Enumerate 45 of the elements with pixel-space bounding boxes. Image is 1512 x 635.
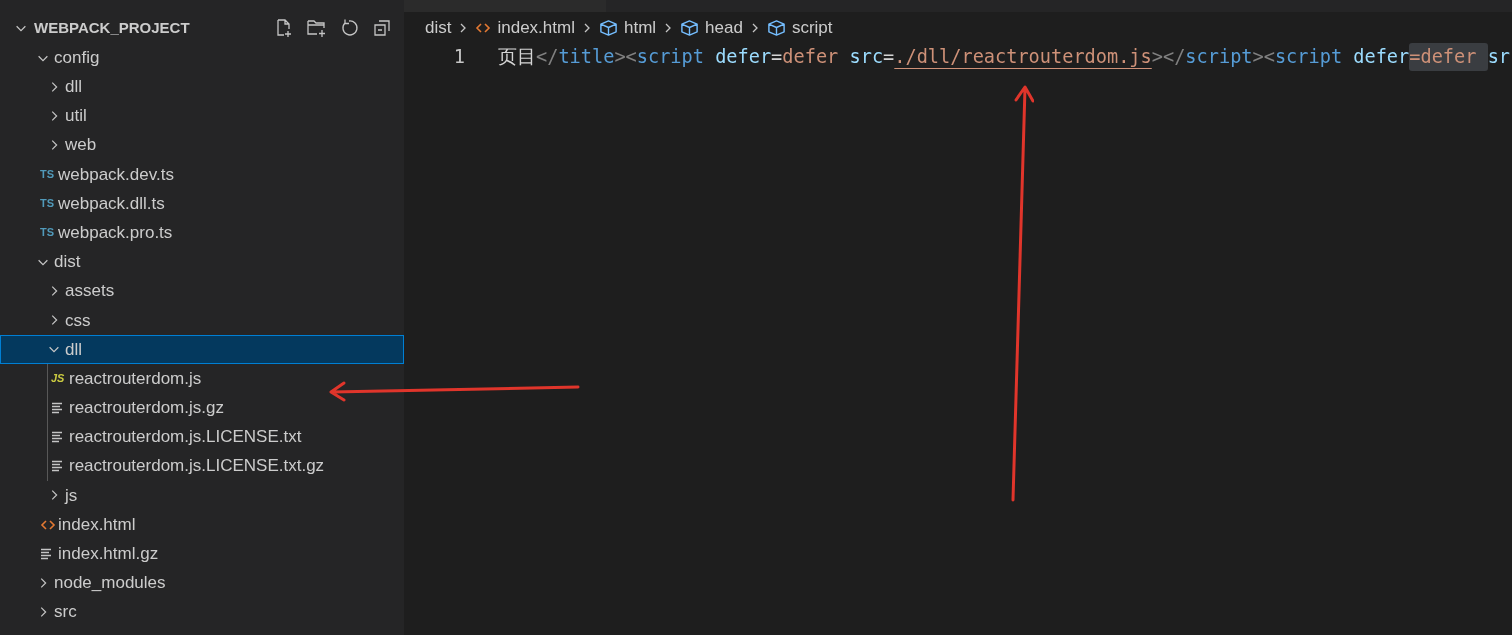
breadcrumb-item[interactable]: head [705,15,743,41]
tree-item[interactable]: dll [0,334,404,365]
tree-item[interactable]: index.html [0,510,404,540]
tree-item[interactable]: node_modules [0,568,404,598]
tree-item[interactable]: config [0,43,404,73]
text-lines-icon [51,460,65,473]
text-lines-icon [40,547,54,560]
tree-item[interactable]: css [0,305,404,335]
tree-item[interactable]: dist [0,247,404,277]
tree-item[interactable]: dll [0,72,404,102]
tree-item[interactable]: reactrouterdom.js.LICENSE.txt.gz [0,451,404,481]
cube-icon [680,19,700,37]
cube-icon [598,19,618,37]
tree-item[interactable]: TS webpack.dev.ts [0,159,404,189]
tree-item[interactable]: index.html.gz [0,539,404,569]
new-file-icon[interactable] [274,18,294,38]
tree-item[interactable]: TS webpack.pro.ts [0,218,404,248]
code-brackets-icon [475,21,492,35]
explorer-title: WEBPACK_PROJECT [34,17,190,38]
breadcrumb-item[interactable]: index.html [497,15,575,41]
code-brackets-icon [40,517,56,532]
tree-item[interactable]: web [0,130,404,160]
tree-item[interactable]: js [0,480,404,510]
breadcrumb-item[interactable]: dist [425,15,452,41]
line-number: 1 [452,45,466,70]
tree-item[interactable]: JS reactrouterdom.js [0,364,404,394]
text-lines-icon [51,431,65,444]
breadcrumb-item[interactable]: html [623,15,657,41]
refresh-icon[interactable] [340,18,360,38]
tree-item[interactable]: reactrouterdom.js.gz [0,393,404,423]
tree-item[interactable]: TS webpack.dll.ts [0,188,404,219]
tree-item[interactable]: assets [0,276,404,306]
text-lines-icon [51,401,65,414]
tree-item[interactable]: util [0,101,404,131]
js-file-icon: JS [51,370,69,387]
ts-file-icon: TS [40,195,58,212]
tree-item[interactable]: src [0,597,404,627]
tree-item[interactable]: reactrouterdom.js.LICENSE.txt [0,422,404,452]
cube-icon [766,19,786,37]
ts-file-icon: TS [40,166,58,183]
breadcrumb-item[interactable]: script [791,15,833,41]
code-line: 页目</title><script defer=defer src=./dll/reactrouterdom.js></script><script defer=defer sr [498,43,1511,71]
collapse-all-icon[interactable] [372,18,392,38]
ts-file-icon: TS [40,224,58,241]
new-folder-icon[interactable] [306,18,328,38]
